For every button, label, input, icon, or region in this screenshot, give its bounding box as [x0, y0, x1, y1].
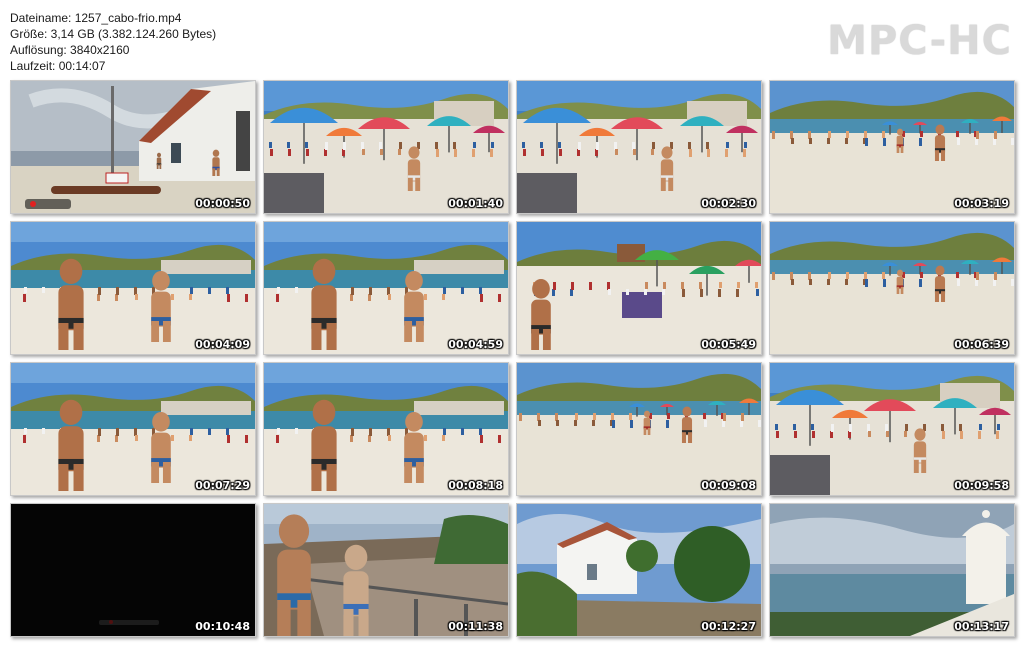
thumbnail[interactable]: 00:06:39 — [769, 221, 1015, 355]
thumbnail[interactable]: 00:04:09 — [10, 221, 256, 355]
thumbnail-timestamp: 00:02:30 — [701, 197, 756, 210]
thumbnail[interactable]: 00:02:30 — [516, 80, 762, 214]
thumbnail-image — [517, 363, 761, 495]
thumbnail[interactable]: 00:11:38 — [263, 503, 509, 637]
thumbnail-timestamp: 00:01:40 — [448, 197, 503, 210]
thumbnail-timestamp: 00:04:59 — [448, 338, 503, 351]
thumbnail[interactable]: 00:00:50 — [10, 80, 256, 214]
thumbnail-image — [770, 222, 1014, 354]
thumbnail-timestamp: 00:06:39 — [954, 338, 1009, 351]
thumbnail-image — [264, 504, 508, 636]
thumbnail-timestamp: 00:09:58 — [954, 479, 1009, 492]
thumbnail-timestamp: 00:10:48 — [195, 620, 250, 633]
thumbnail-image — [770, 81, 1014, 213]
thumbnail-timestamp: 00:09:08 — [701, 479, 756, 492]
thumbnail-timestamp: 00:07:29 — [195, 479, 250, 492]
thumbnail-grid: 00:00:50 00:01:40 00:02:30 00:03:19 00:04:09… — [0, 0, 1024, 646]
thumbnail[interactable]: 00:13:17 — [769, 503, 1015, 637]
thumbnail[interactable]: 00:08:18 — [263, 362, 509, 496]
thumbnail-image — [11, 81, 255, 213]
thumbnail-image — [11, 363, 255, 495]
thumbnail[interactable]: 00:09:58 — [769, 362, 1015, 496]
thumbnail-image — [770, 504, 1014, 636]
thumbnail-timestamp: 00:04:09 — [195, 338, 250, 351]
thumbnail[interactable]: 00:10:48 — [10, 503, 256, 637]
thumbnail[interactable]: 00:07:29 — [10, 362, 256, 496]
thumbnail-timestamp: 00:05:49 — [701, 338, 756, 351]
thumbnail-image — [517, 504, 761, 636]
thumbnail-timestamp: 00:03:19 — [954, 197, 1009, 210]
thumbnail[interactable]: 00:01:40 — [263, 80, 509, 214]
thumbnail-image — [11, 504, 255, 636]
thumbnail[interactable]: 00:12:27 — [516, 503, 762, 637]
thumbnail-timestamp: 00:08:18 — [448, 479, 503, 492]
thumbnail-image — [264, 81, 508, 213]
thumbnail-timestamp: 00:13:17 — [954, 620, 1009, 633]
thumbnail[interactable]: 00:05:49 — [516, 221, 762, 355]
thumbnail-timestamp: 00:00:50 — [195, 197, 250, 210]
thumbnail[interactable]: 00:04:59 — [263, 221, 509, 355]
thumbnail-image — [517, 222, 761, 354]
thumbnail-timestamp: 00:11:38 — [448, 620, 503, 633]
thumbnail[interactable]: 00:09:08 — [516, 362, 762, 496]
thumbnail-image — [264, 363, 508, 495]
thumbnail-image — [517, 81, 761, 213]
thumbnail[interactable]: 00:03:19 — [769, 80, 1015, 214]
thumbnail-timestamp: 00:12:27 — [701, 620, 756, 633]
thumbnail-image — [264, 222, 508, 354]
thumbnail-image — [770, 363, 1014, 495]
thumbnail-image — [11, 222, 255, 354]
